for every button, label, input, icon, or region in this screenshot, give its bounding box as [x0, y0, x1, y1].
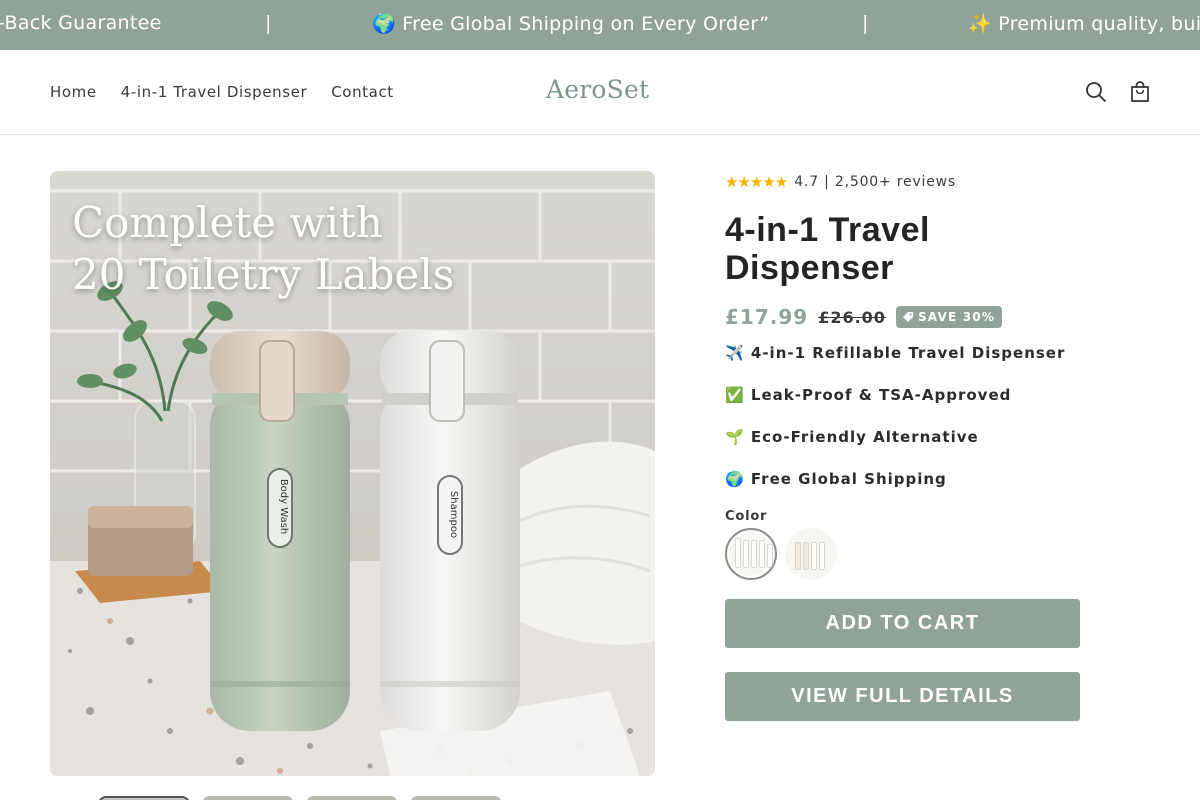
- compare-price: £26.00: [818, 307, 886, 327]
- announcement-separator: |: [265, 12, 272, 34]
- swatch-bottle-icon: [743, 540, 749, 568]
- feature-item: 🌱 Eco-Friendly Alternative: [725, 428, 979, 446]
- feature-item: ✈️ 4-in-1 Refillable Travel Dispenser: [725, 344, 1066, 362]
- product-main-image[interactable]: Complete with 20 Toiletry Labels Body Wa…: [50, 171, 655, 776]
- search-icon[interactable]: [1084, 80, 1108, 104]
- rating[interactable]: ★★★★★ 4.7 | 2,500+ reviews: [725, 171, 1145, 193]
- announcement-bar: -Back Guarantee | 🌍 Free Global Shipping…: [0, 0, 1200, 50]
- site-logo[interactable]: AeroSet: [546, 75, 649, 104]
- thumbnail[interactable]: [202, 796, 294, 800]
- price-row: £17.99 £26.00 SAVE 30%: [725, 305, 1145, 329]
- thumbnail[interactable]: [98, 796, 190, 800]
- thumbnail[interactable]: [306, 796, 398, 800]
- cart-icon[interactable]: [1128, 80, 1152, 104]
- product-title: 4-in-1 Travel Dispenser: [725, 211, 930, 287]
- thumbnail-strip: [98, 796, 502, 800]
- nav-link-contact[interactable]: Contact: [331, 83, 394, 101]
- color-swatch-beige[interactable]: [785, 528, 837, 580]
- swatch-bottle-icon: [767, 544, 773, 568]
- sale-price: £17.99: [725, 305, 809, 329]
- image-caption: Complete with 20 Toiletry Labels: [72, 197, 454, 301]
- color-swatch-white[interactable]: [725, 528, 777, 580]
- sale-badge-text: SAVE 30%: [917, 310, 996, 324]
- nav-link-travel-dispenser[interactable]: 4-in-1 Travel Dispenser: [121, 83, 308, 101]
- swatch-bottle-icon: [759, 540, 765, 568]
- announcement-separator: |: [862, 12, 869, 34]
- announcement-item: ✨ Premium quality, buil: [968, 13, 1200, 35]
- color-swatches: [725, 528, 1145, 580]
- feature-list: ✈️ 4-in-1 Refillable Travel Dispenser ✅ …: [725, 343, 1145, 511]
- rating-text: 4.7 | 2,500+ reviews: [794, 174, 956, 190]
- swatch-bottle-icon: [811, 542, 817, 570]
- thumbnail[interactable]: [410, 796, 502, 800]
- swatch-bottle-icon: [751, 540, 757, 568]
- announcement-item: -Back Guarantee: [0, 12, 162, 34]
- swatch-bottle-icon: [795, 542, 801, 570]
- site-header: Home 4-in-1 Travel Dispenser Contact Aer…: [0, 50, 1200, 135]
- main-nav: Home 4-in-1 Travel Dispenser Contact: [50, 83, 394, 101]
- color-label: Color: [725, 509, 768, 524]
- star-rating-icon: ★★★★★: [725, 173, 788, 191]
- swatch-bottle-icon: [819, 542, 825, 570]
- product-info: ★★★★★ 4.7 | 2,500+ reviews 4-in-1 Travel…: [725, 171, 1145, 721]
- view-full-details-button[interactable]: VIEW FULL DETAILS: [725, 672, 1080, 721]
- image-caption-line: 20 Toiletry Labels: [72, 250, 455, 299]
- add-to-cart-button[interactable]: ADD TO CART: [725, 599, 1080, 648]
- bottle-label: Body Wash: [278, 478, 290, 535]
- nav-link-home[interactable]: Home: [50, 83, 97, 101]
- swatch-bottle-icon: [803, 542, 809, 570]
- image-caption-line: Complete with: [72, 198, 383, 247]
- announcement-item: 🌍 Free Global Shipping on Every Order”: [372, 13, 770, 35]
- feature-item: 🌍 Free Global Shipping: [725, 470, 947, 488]
- tag-icon: [902, 312, 913, 322]
- sale-badge: SAVE 30%: [895, 306, 1003, 328]
- swatch-bottle-icon: [735, 538, 741, 568]
- bottle-label: Shampoo: [448, 490, 460, 539]
- feature-item: ✅ Leak-Proof & TSA-Approved: [725, 386, 1012, 404]
